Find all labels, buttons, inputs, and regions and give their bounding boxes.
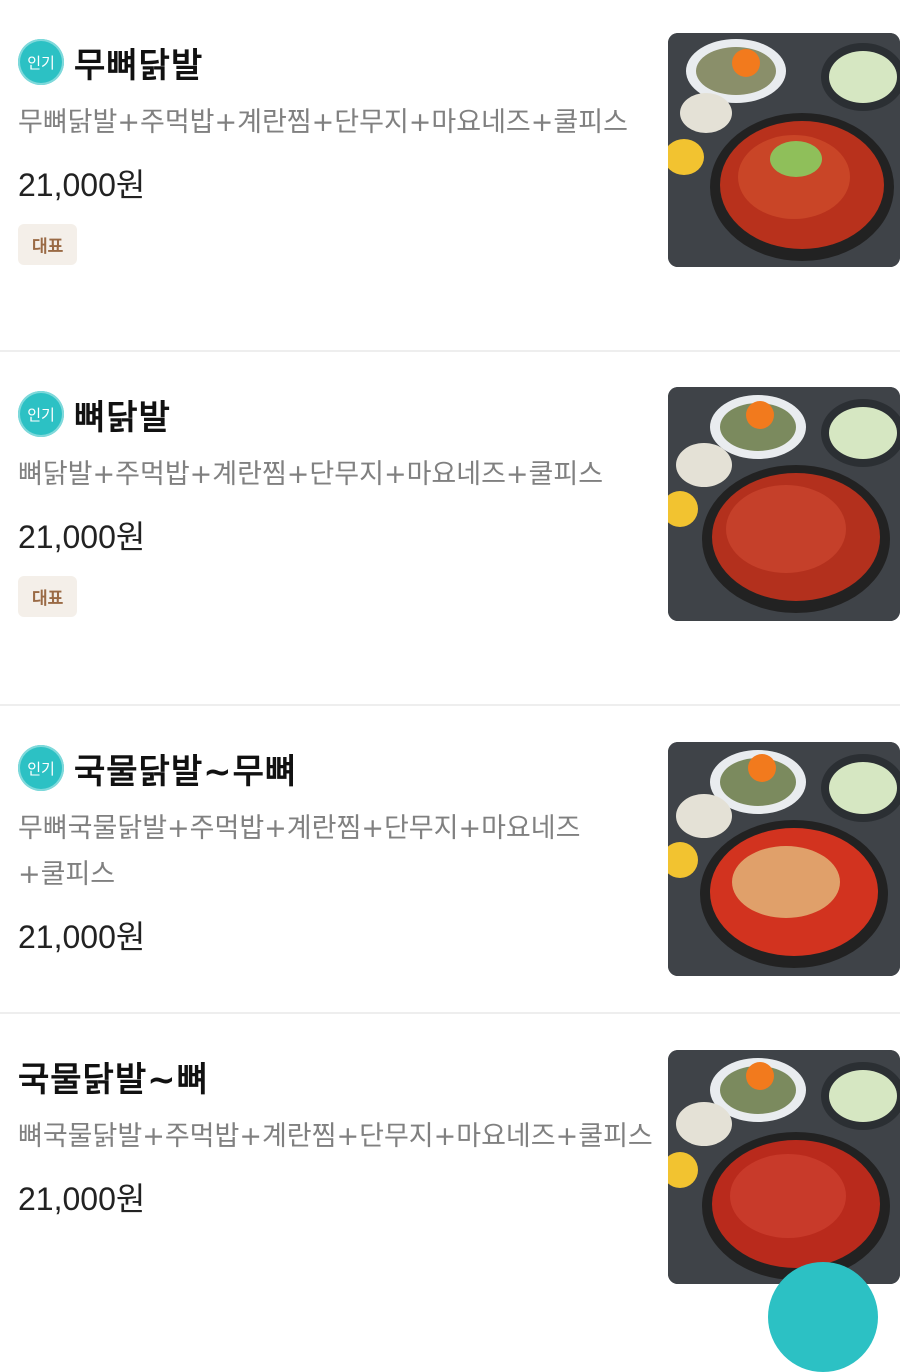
menu-item[interactable]: 인기 뼈닭발 뼈닭발+주먹밥+계란찜+단무지+마요네즈+쿨피스 21,000원 … [0, 352, 900, 706]
menu-item-photo[interactable] [668, 742, 900, 976]
floating-action-button[interactable] [768, 1262, 878, 1372]
menu-item-name: 무뼈닭발 [74, 45, 204, 86]
menu-item-description: 뼈국물닭발+주먹밥+계란찜+단무지+마요네즈+쿨피스 [18, 1121, 653, 1152]
menu-item-info: 국물닭발~뼈 뼈국물닭발+주먹밥+계란찜+단무지+마요네즈+쿨피스 21,000… [18, 1048, 658, 1220]
popular-badge: 인기 [18, 391, 64, 437]
menu-item-title-row: 인기 무뼈닭발 [18, 34, 658, 90]
popular-badge: 인기 [18, 39, 64, 85]
popular-badge: 인기 [18, 745, 64, 791]
menu-item-price: 21,000원 [18, 519, 146, 555]
menu-item[interactable]: 인기 국물닭발~무뼈 무뼈국물닭발+주먹밥+계란찜+단무지+마요네즈+쿨피스 2… [0, 706, 900, 1014]
signature-tag: 대표 [18, 576, 78, 617]
signature-tag: 대표 [18, 224, 78, 265]
menu-item-title-row: 인기 국물닭발~무뼈 [18, 740, 658, 796]
menu-item-price: 21,000원 [18, 919, 146, 955]
menu-item-info: 인기 뼈닭발 뼈닭발+주먹밥+계란찜+단무지+마요네즈+쿨피스 21,000원 … [18, 386, 658, 617]
menu-item-info: 인기 무뼈닭발 무뼈닭발+주먹밥+계란찜+단무지+마요네즈+쿨피스 21,000… [18, 34, 658, 265]
menu-item-photo[interactable] [668, 1050, 900, 1284]
menu-item-title-row: 국물닭발~뼈 [18, 1048, 658, 1104]
menu-item[interactable]: 국물닭발~뼈 뼈국물닭발+주먹밥+계란찜+단무지+마요네즈+쿨피스 21,000… [0, 1014, 900, 1291]
menu-item-description: 무뼈국물닭발+주먹밥+계란찜+단무지+마요네즈+쿨피스 [18, 813, 581, 890]
menu-item-name: 뼈닭발 [74, 397, 171, 438]
menu-item-price: 21,000원 [18, 167, 146, 203]
menu-item[interactable]: 인기 무뼈닭발 무뼈닭발+주먹밥+계란찜+단무지+마요네즈+쿨피스 21,000… [0, 0, 900, 352]
menu-item-name: 국물닭발~뼈 [18, 1059, 209, 1100]
menu-item-description: 뼈닭발+주먹밥+계란찜+단무지+마요네즈+쿨피스 [18, 459, 604, 490]
menu-item-info: 인기 국물닭발~무뼈 무뼈국물닭발+주먹밥+계란찜+단무지+마요네즈+쿨피스 2… [18, 740, 658, 958]
menu-item-title-row: 인기 뼈닭발 [18, 386, 658, 442]
menu-item-name: 국물닭발~무뼈 [74, 751, 298, 792]
menu-item-description: 무뼈닭발+주먹밥+계란찜+단무지+마요네즈+쿨피스 [18, 107, 628, 138]
menu-item-price: 21,000원 [18, 1181, 146, 1217]
menu-item-photo[interactable] [668, 387, 900, 621]
menu-item-photo[interactable] [668, 33, 900, 267]
